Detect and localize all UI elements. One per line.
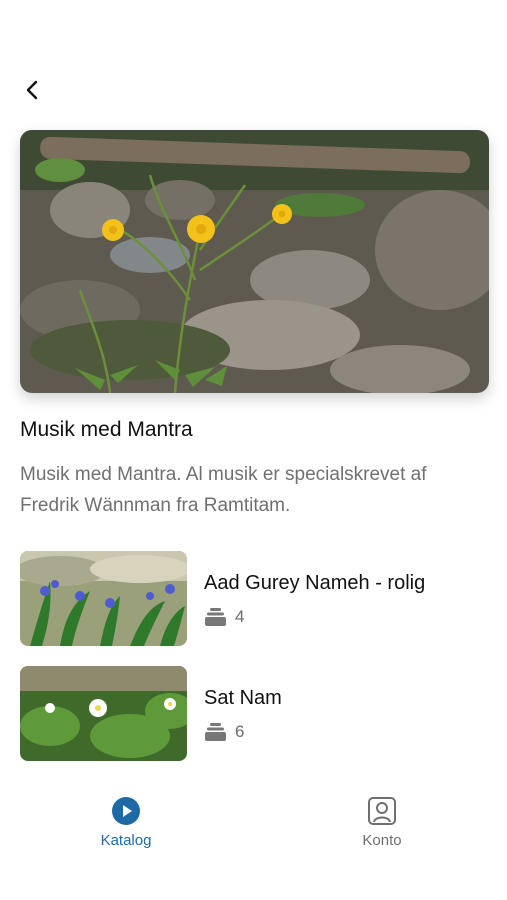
back-button[interactable] — [18, 76, 46, 104]
album-title: Musik med Mantra — [20, 418, 193, 441]
track-item[interactable]: Sat Nam 6 — [20, 666, 487, 761]
track-title: Sat Nam — [204, 687, 282, 709]
stack-icon — [205, 723, 226, 741]
nav-item-katalog[interactable]: Katalog — [66, 796, 186, 849]
album-description: Musik med Mantra. Al musik er specialskr… — [20, 464, 427, 516]
track-count: 4 — [235, 607, 245, 626]
album-cover-image — [20, 130, 489, 393]
track-meta: 6 — [204, 722, 244, 742]
chevron-left-icon — [26, 80, 38, 100]
track-item[interactable]: Aad Gurey Nameh - rolig 4 — [20, 551, 487, 646]
nav-label-katalog: Katalog — [100, 832, 152, 849]
track-title: Aad Gurey Nameh - rolig — [204, 572, 426, 594]
track-count: 6 — [235, 722, 245, 741]
track-thumbnail — [20, 666, 187, 761]
user-square-icon — [368, 797, 396, 825]
nav-label-konto: Konto — [362, 832, 402, 849]
stack-icon — [205, 608, 226, 626]
track-thumbnail — [20, 551, 187, 646]
track-meta: 4 — [204, 607, 244, 627]
play-circle-icon — [112, 797, 140, 825]
nav-item-konto[interactable]: Konto — [322, 796, 442, 849]
bottom-navigation: Katalog Konto — [0, 780, 507, 860]
